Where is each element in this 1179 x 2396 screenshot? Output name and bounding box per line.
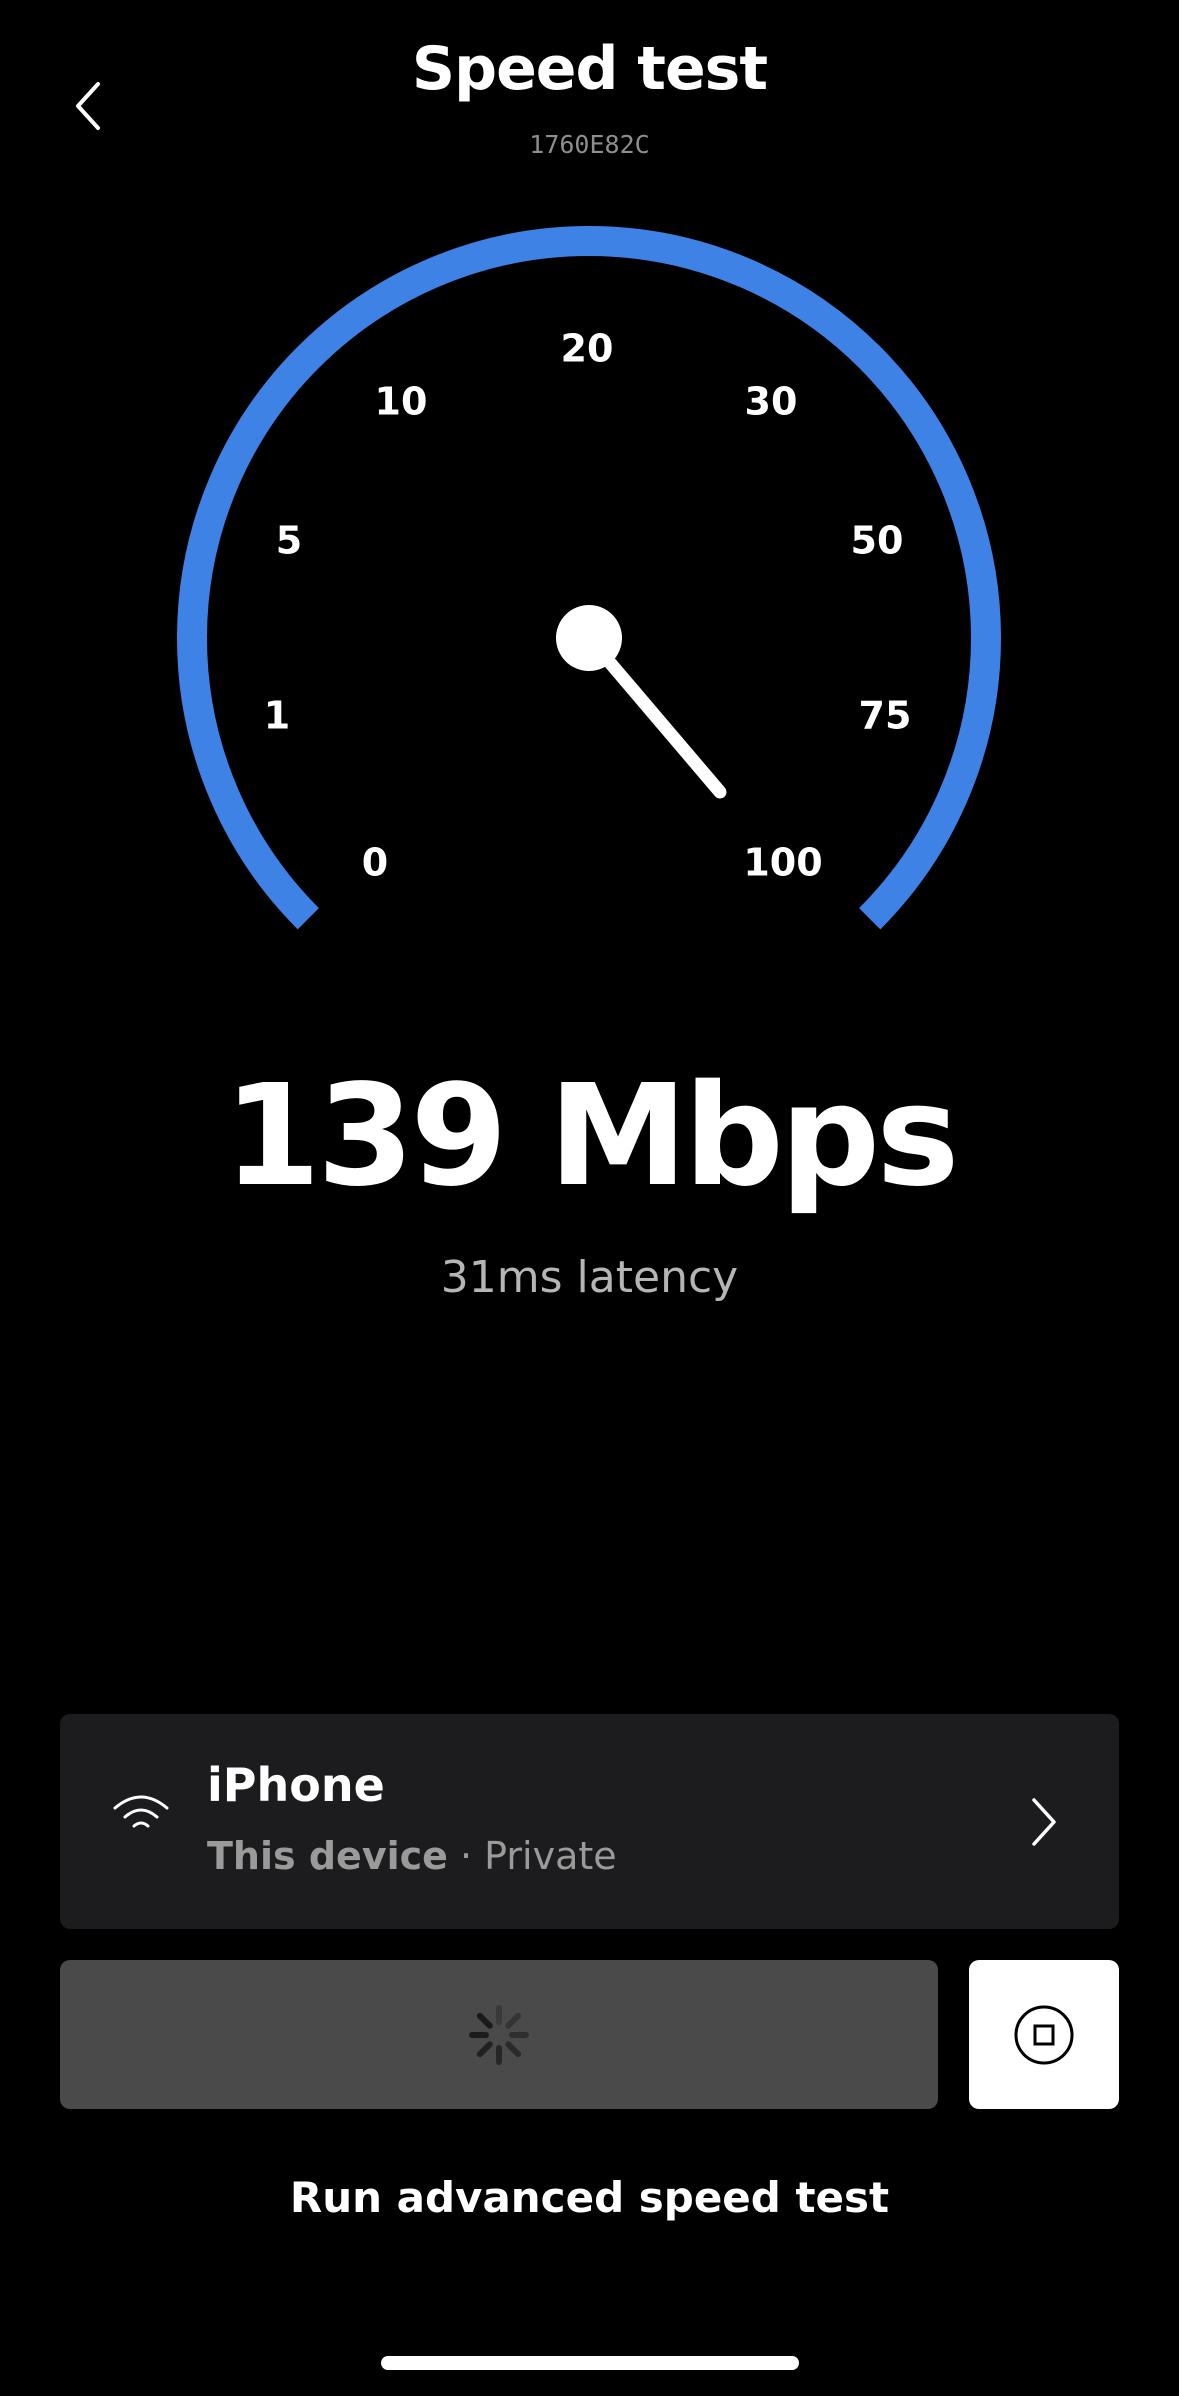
gauge-tick-label: 75: [859, 694, 912, 738]
device-card[interactable]: iPhone This device · Private: [60, 1714, 1119, 1929]
gauge-tick-label: 30: [745, 380, 798, 424]
speed-value: 139 Mbps: [223, 1055, 959, 1218]
advanced-speed-test-link[interactable]: Run advanced speed test: [0, 2173, 1179, 2222]
stop-icon: [1014, 2005, 1074, 2065]
latency-value: 31ms latency: [440, 1252, 739, 1303]
device-subtitle: This device · Private: [207, 1834, 617, 1878]
spinner-icon: [469, 2005, 529, 2065]
gauge-tick-label: 20: [561, 327, 614, 371]
chevron-right-icon: [1032, 1798, 1056, 1846]
gauge-hub: [556, 605, 622, 671]
device-name: iPhone: [207, 1758, 385, 1812]
home-indicator: [381, 2356, 799, 2370]
stop-button[interactable]: [969, 1960, 1119, 2109]
device-subtitle-strong: This device: [207, 1834, 448, 1878]
wifi-icon: [113, 1795, 169, 1828]
gauge-tick-label: 100: [743, 841, 822, 885]
speed-test-button[interactable]: [60, 1960, 938, 2109]
gauge-tick-label: 1: [264, 694, 290, 738]
gauge-tick-label: 5: [276, 519, 302, 563]
gauge-tick-label: 0: [362, 841, 388, 885]
device-subtitle-rest: · Private: [447, 1834, 617, 1878]
gauge-tick-label: 50: [851, 519, 904, 563]
gauge-tick-label: 10: [375, 380, 428, 424]
speed-gauge: 0 1 5 10 20 30 50 75 100: [177, 226, 1001, 930]
